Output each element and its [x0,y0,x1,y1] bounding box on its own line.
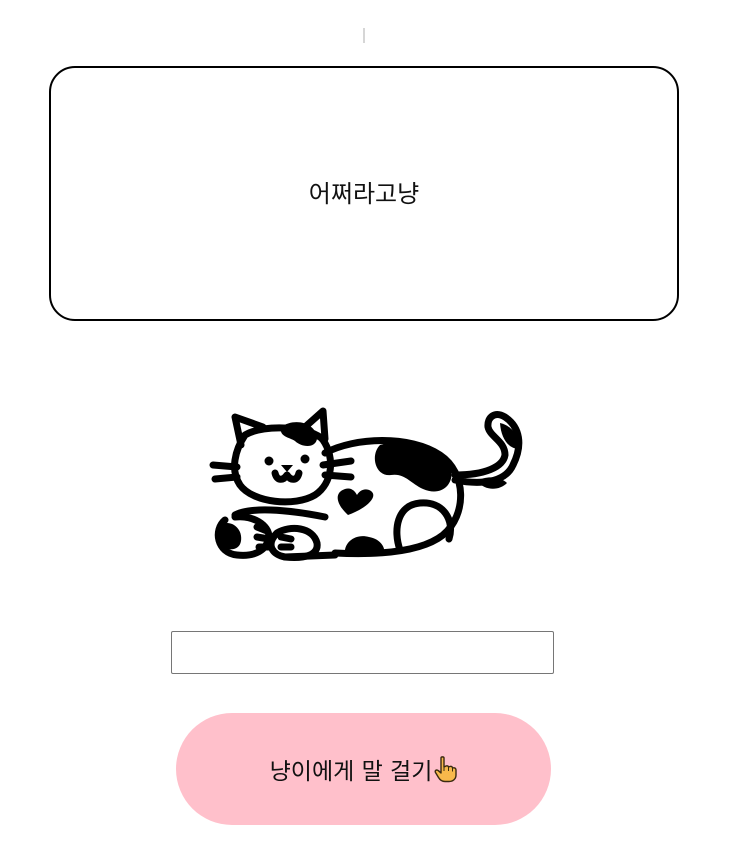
talk-to-cat-button-label: 냥이에게 말 걸기 [269,759,433,785]
talk-to-cat-button[interactable]: 냥이에게 말 걸기 [176,713,551,825]
cat-reply-text: 어쩌라고냥 [308,180,420,208]
calico-cat-icon [209,407,523,561]
page: 어쩌라고냥 냥이에게 말 걸기 [0,0,740,849]
pointing-hand-icon [434,756,458,783]
cat-reply-box: 어쩌라고냥 [49,66,679,321]
top-divider-mark [363,28,365,43]
message-input[interactable] [171,631,554,674]
